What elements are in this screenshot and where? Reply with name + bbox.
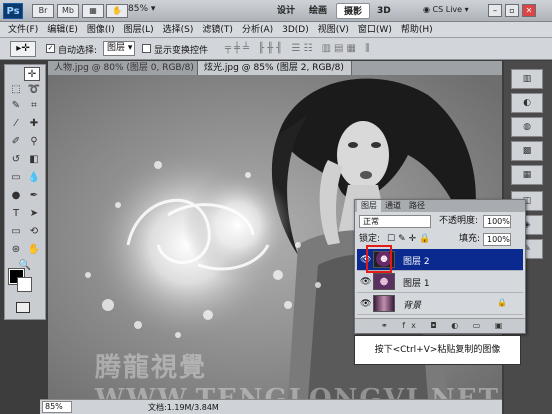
menu-analysis[interactable]: 分析(A)	[242, 22, 273, 37]
brush-tool-icon[interactable]: ✐	[8, 135, 24, 149]
history-panel-icon[interactable]: ▥	[511, 69, 543, 89]
status-bar: 85% 文档:1.19M/3.84M	[40, 399, 502, 414]
menu-filter[interactable]: 滤镜(T)	[202, 22, 233, 37]
tab-layers[interactable]: 图层	[357, 200, 381, 212]
document-size: 文档:1.19M/3.84M	[148, 403, 219, 412]
tool-preset-picker[interactable]: ▸✛	[10, 41, 36, 57]
marquee-tool-icon[interactable]: ⬚	[8, 83, 24, 97]
quick-mask-button[interactable]	[16, 302, 30, 313]
menu-view[interactable]: 视图(V)	[318, 22, 349, 37]
bridge-button[interactable]: Br	[32, 4, 54, 18]
workspace-photography[interactable]: 摄影	[336, 3, 371, 19]
menu-help[interactable]: 帮助(H)	[401, 22, 433, 37]
layers-panel-tabs: 图层 通道 路径	[355, 200, 525, 212]
instruction-callout: 按下<Ctrl+V>粘贴复制的图像	[354, 335, 521, 365]
tab-glow-jpg[interactable]: 炫光.jpg @ 85% (图层 2, RGB/8) *	[198, 61, 352, 87]
workspace-design[interactable]: 设计	[270, 3, 302, 19]
lock-icon: 🔒	[497, 298, 507, 307]
path-select-tool-icon[interactable]: ➤	[26, 207, 42, 221]
history-brush-tool-icon[interactable]: ↺	[8, 153, 24, 167]
mini-bridge-button[interactable]: Mb	[57, 4, 79, 18]
workspace-paint[interactable]: 绘画	[302, 3, 334, 19]
quick-select-tool-icon[interactable]: ✎	[8, 99, 24, 113]
lock-icons[interactable]: ☐✎✛🔒	[387, 233, 433, 248]
show-transform-checkbox[interactable]	[142, 44, 151, 53]
masks-panel-icon[interactable]: ◍	[511, 117, 543, 137]
adjustments-panel-icon[interactable]: ◐	[511, 93, 543, 113]
menu-bar: 文件(F) 编辑(E) 图像(I) 图层(L) 选择(S) 滤镜(T) 分析(A…	[0, 22, 552, 38]
layers-panel-footer-icons[interactable]: ⚭ fx ◘ ◐ ▭ ▣ 🗑	[355, 318, 525, 344]
auto-select-checkbox[interactable]: ✓	[46, 44, 55, 53]
lasso-tool-icon[interactable]: ➰	[26, 83, 42, 97]
type-tool-icon[interactable]: T	[8, 207, 24, 221]
restore-button[interactable]: ▫	[505, 4, 519, 17]
layer-name: 图层 2	[403, 257, 430, 267]
options-bar: ▸✛ ✓ 自动选择: 图层 ▾ 显示变换控件 ╤╪╧ ╟╫╢ ☰☷ ▥▤▦ ⫼	[0, 38, 552, 60]
status-zoom-field[interactable]: 85%	[42, 401, 72, 413]
highlight-box	[366, 245, 392, 273]
workspace-3d[interactable]: 3D	[370, 3, 398, 19]
visibility-eye-icon[interactable]: 👁	[360, 299, 371, 309]
application-bar: Ps Br Mb ▦ ✋ 85% ▾ 设计 绘画 摄影 3D ◉ CS Live…	[0, 0, 552, 22]
move-tool-icon[interactable]: ✛	[24, 67, 40, 81]
menu-window[interactable]: 窗口(W)	[358, 22, 392, 37]
background-color-swatch[interactable]	[17, 277, 32, 292]
auto-select-dropdown[interactable]: 图层 ▾	[103, 41, 135, 56]
layer-thumbnail	[373, 295, 395, 312]
color-panel-icon[interactable]: ▩	[511, 141, 543, 161]
view-extras-button[interactable]: ▦	[82, 4, 104, 18]
gradient-tool-icon[interactable]: ▭	[8, 171, 24, 185]
clone-stamp-tool-icon[interactable]: ⚲	[26, 135, 42, 149]
menu-image[interactable]: 图像(I)	[87, 22, 115, 37]
menu-edit[interactable]: 编辑(E)	[47, 22, 78, 37]
tab-channels[interactable]: 通道	[381, 200, 405, 212]
cs-live[interactable]: ◉ CS Live ▾	[423, 5, 469, 14]
minimize-button[interactable]: –	[488, 4, 502, 17]
eyedropper-tool-icon[interactable]: ⁄	[8, 117, 24, 131]
align-distribute-icons[interactable]: ╤╪╧ ╟╫╢ ☰☷ ▥▤▦ ⫼	[225, 43, 373, 54]
layer-thumbnail	[373, 273, 395, 290]
dodge-tool-icon[interactable]: ●	[8, 189, 24, 203]
menu-layer[interactable]: 图层(L)	[124, 22, 154, 37]
menu-select[interactable]: 选择(S)	[163, 22, 194, 37]
layer-name: 背景	[403, 301, 422, 311]
fill-field[interactable]: 100%	[483, 233, 511, 246]
opacity-field[interactable]: 100%	[483, 215, 511, 228]
opacity-label: 不透明度:	[439, 216, 479, 226]
crop-tool-icon[interactable]: ⌗	[26, 99, 42, 113]
visibility-eye-icon[interactable]: 👁	[360, 277, 371, 287]
tab-paths[interactable]: 路径	[405, 200, 429, 212]
zoom-level[interactable]: 85% ▾	[128, 4, 155, 14]
blend-mode-dropdown[interactable]: 正常	[359, 215, 431, 228]
layer-name: 图层 1	[403, 279, 430, 289]
photoshop-logo: Ps	[3, 3, 23, 19]
layer-row-layer1[interactable]: 👁 图层 1	[357, 271, 523, 293]
show-transform-label: 显示变换控件	[154, 46, 209, 56]
3d-orbit-tool-icon[interactable]: ⊛	[8, 243, 24, 257]
swatches-panel-icon[interactable]: ▦	[511, 165, 543, 185]
fill-label: 填充:	[459, 234, 481, 244]
healing-tool-icon[interactable]: ✚	[26, 117, 42, 131]
eraser-tool-icon[interactable]: ◧	[26, 153, 42, 167]
shape-tool-icon[interactable]: ▭	[8, 225, 24, 239]
menu-3d[interactable]: 3D(D)	[282, 22, 309, 37]
close-button[interactable]: ✕	[522, 4, 536, 17]
blur-tool-icon[interactable]: 💧	[26, 171, 42, 185]
hand-tool-button[interactable]: ✋	[106, 4, 128, 18]
menu-file[interactable]: 文件(F)	[8, 22, 38, 37]
3d-rotate-tool-icon[interactable]: ⟲	[26, 225, 42, 239]
document-tabs: 人物.jpg @ 80% (图层 0, RGB/8) * 炫光.jpg @ 85…	[48, 61, 502, 87]
auto-select-label: 自动选择:	[58, 46, 98, 56]
hand-tool-icon[interactable]: ✋	[26, 243, 42, 257]
tab-person-jpg[interactable]: 人物.jpg @ 80% (图层 0, RGB/8) *	[48, 61, 198, 87]
layer-row-background[interactable]: 👁 背景 🔒	[357, 293, 523, 315]
pen-tool-icon[interactable]: ✒	[26, 189, 42, 203]
